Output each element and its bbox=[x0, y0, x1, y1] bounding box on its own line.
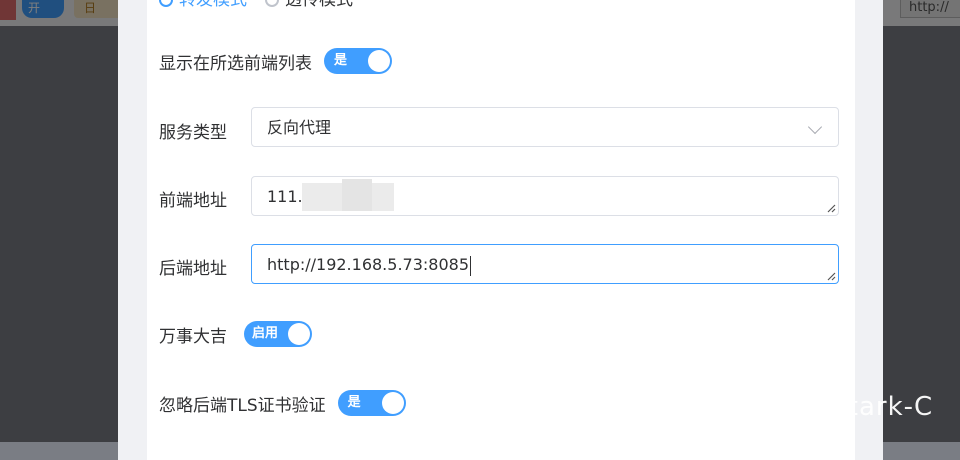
service-type-value: 反向代理 bbox=[267, 118, 332, 137]
lucky-row: 万事大吉 启用 bbox=[159, 313, 312, 355]
switch-knob bbox=[288, 323, 310, 345]
mode-radio-passthrough-label: 透传模式 bbox=[285, 0, 353, 10]
resize-handle-icon[interactable] bbox=[826, 203, 836, 213]
backend-address-text: http://192.168.5.73:8085 bbox=[267, 245, 471, 285]
lucky-switch[interactable]: 启用 bbox=[244, 321, 312, 347]
service-type-label: 服务类型 bbox=[159, 122, 227, 143]
show-in-list-row: 显示在所选前端列表 是 bbox=[159, 40, 392, 82]
ignore-tls-label: 忽略后端TLS证书验证 bbox=[159, 395, 326, 416]
backend-address-value: http://192.168.5.73:8085 bbox=[267, 255, 469, 274]
backend-address-input[interactable]: http://192.168.5.73:8085 bbox=[251, 244, 839, 284]
frontend-address-input[interactable]: 111. bbox=[251, 176, 839, 216]
backend-label: 后端地址 bbox=[159, 258, 227, 279]
chevron-down-icon bbox=[807, 119, 823, 135]
ignore-tls-row: 忽略后端TLS证书验证 是 bbox=[159, 382, 406, 424]
ignore-tls-switch-text: 是 bbox=[347, 395, 361, 410]
frontend-row: 前端地址 bbox=[159, 177, 227, 219]
radio-dot-icon bbox=[265, 0, 279, 7]
radio-dot-icon bbox=[159, 0, 173, 7]
mode-radio-passthrough[interactable]: 透传模式 bbox=[265, 0, 353, 10]
watermark: 知乎 @Stark-C bbox=[740, 392, 934, 422]
switch-knob bbox=[368, 50, 390, 72]
switch-knob bbox=[381, 392, 404, 414]
show-in-list-label: 显示在所选前端列表 bbox=[159, 53, 312, 74]
show-in-list-switch-text: 是 bbox=[334, 53, 348, 68]
lucky-label: 万事大吉 bbox=[159, 326, 227, 347]
mode-radio-forward[interactable]: 转发模式 bbox=[159, 0, 247, 10]
ignore-tls-switch[interactable]: 是 bbox=[337, 390, 406, 416]
show-in-list-switch[interactable]: 是 bbox=[324, 48, 392, 74]
text-caret bbox=[470, 255, 471, 276]
service-type-row: 服务类型 bbox=[159, 109, 227, 151]
service-type-select[interactable]: 反向代理 bbox=[251, 107, 839, 147]
mode-radio-group: 转发模式 透传模式 bbox=[159, 0, 353, 12]
lucky-switch-text: 启用 bbox=[252, 326, 279, 341]
frontend-address-value: 111. bbox=[267, 187, 303, 206]
resize-handle-icon[interactable] bbox=[826, 271, 836, 281]
mode-radio-forward-label: 转发模式 bbox=[179, 0, 247, 10]
backend-row: 后端地址 bbox=[159, 245, 227, 287]
frontend-label: 前端地址 bbox=[159, 190, 227, 211]
redaction-mask bbox=[342, 179, 372, 211]
